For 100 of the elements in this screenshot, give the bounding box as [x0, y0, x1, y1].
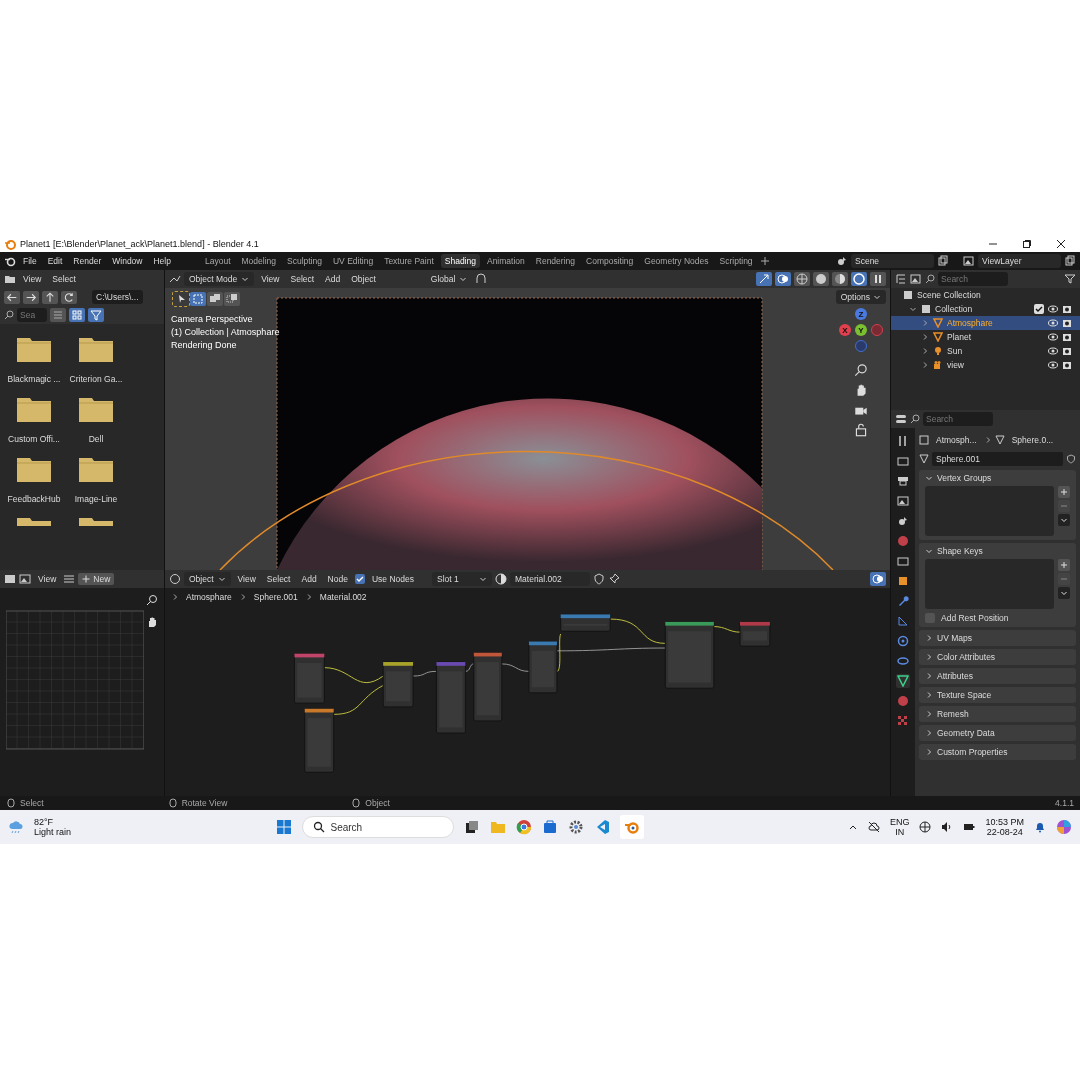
rendered-shading-icon[interactable]: [851, 272, 867, 286]
collection-tab-icon[interactable]: [896, 554, 910, 568]
material-field[interactable]: Material.002: [510, 572, 590, 586]
workspace-tab[interactable]: Layout: [200, 254, 235, 268]
task-view-icon[interactable]: [463, 819, 480, 835]
folder-name[interactable]: Blackmagic ...: [7, 374, 61, 384]
view-layer-icon[interactable]: [963, 255, 975, 267]
refresh-icon[interactable]: [61, 290, 77, 304]
menu-item[interactable]: Select: [262, 574, 295, 584]
outliner-item-label[interactable]: Planet: [947, 332, 972, 342]
new-image-button[interactable]: New: [78, 573, 115, 585]
menu-item[interactable]: Node: [323, 574, 352, 584]
folder-icon[interactable]: [4, 273, 16, 285]
battery-icon[interactable]: [963, 821, 976, 833]
workspace-tab[interactable]: Scripting: [715, 254, 757, 268]
panel-header[interactable]: Shape Keys: [919, 543, 1076, 559]
workspace-tab[interactable]: Geometry Nodes: [640, 254, 713, 268]
constraints-tab-icon[interactable]: [896, 654, 910, 668]
object-tab-icon[interactable]: [896, 574, 910, 588]
editor-type-icon[interactable]: [169, 273, 181, 285]
folder-icon[interactable]: [17, 516, 51, 526]
copilot-icon[interactable]: [1056, 819, 1072, 835]
menu-item[interactable]: Help: [149, 256, 175, 266]
wireframe-shading-icon[interactable]: [794, 272, 810, 286]
language-text[interactable]: ENG: [889, 817, 910, 827]
gear-icon[interactable]: [567, 819, 584, 835]
use-nodes-label[interactable]: Use Nodes: [367, 574, 418, 584]
add-icon[interactable]: [1058, 559, 1070, 571]
editor-type-icon[interactable]: [895, 413, 907, 425]
workspace-tab[interactable]: Shading: [440, 254, 480, 268]
date-text[interactable]: 22-08-24: [986, 827, 1023, 837]
folder-name[interactable]: Dell: [88, 434, 104, 444]
menu-item[interactable]: Add: [321, 274, 345, 284]
cloud-offline-icon[interactable]: [867, 821, 880, 833]
shader-node[interactable]: [473, 652, 503, 722]
workspace-tab[interactable]: Modeling: [237, 254, 280, 268]
menu-item[interactable]: View: [233, 574, 260, 584]
texture-tab-icon[interactable]: [896, 714, 910, 728]
snap-icon[interactable]: [475, 273, 488, 285]
copy-icon[interactable]: [937, 255, 949, 267]
menu-icon[interactable]: [63, 573, 76, 585]
menu-item[interactable]: Select: [48, 274, 80, 284]
outliner-search-field[interactable]: Search: [938, 272, 1008, 286]
grid-view-icon[interactable]: [69, 308, 85, 322]
outliner-row[interactable]: Atmosphare: [891, 316, 1080, 330]
shield-icon[interactable]: [593, 573, 605, 585]
select-extend-icon[interactable]: [207, 292, 223, 306]
folder-name[interactable]: FeedbackHub: [7, 494, 61, 504]
eye-icon[interactable]: [1048, 332, 1058, 342]
zoom-icon[interactable]: [146, 594, 158, 606]
pause-icon[interactable]: [870, 272, 886, 286]
lock-icon[interactable]: [853, 422, 869, 438]
scene-icon[interactable]: [836, 255, 848, 267]
folder-icon[interactable]: [79, 396, 113, 422]
use-nodes-checkbox[interactable]: [354, 574, 365, 584]
outliner-row[interactable]: Sun: [891, 344, 1080, 358]
folder-icon[interactable]: [17, 396, 51, 422]
object-dropdown[interactable]: Object: [184, 572, 231, 586]
camera-icon[interactable]: [1062, 332, 1072, 342]
chevron-down-icon[interactable]: [1058, 514, 1070, 526]
hand-icon[interactable]: [146, 616, 158, 628]
menu-item[interactable]: File: [19, 256, 41, 266]
store-icon[interactable]: [541, 819, 558, 835]
overlay-icon[interactable]: [870, 572, 886, 586]
menu-item[interactable]: Select: [286, 274, 319, 284]
menu-item[interactable]: View: [34, 574, 61, 584]
eye-icon[interactable]: [1048, 304, 1058, 314]
material-icon[interactable]: [495, 573, 507, 585]
shader-node[interactable]: [739, 621, 771, 647]
shader-node[interactable]: [382, 661, 414, 708]
language-text[interactable]: IN: [895, 827, 905, 837]
properties-search-field[interactable]: Search: [923, 412, 993, 426]
panel-header[interactable]: Custom Properties: [919, 744, 1076, 760]
taskbar-search-field[interactable]: Search: [301, 816, 454, 838]
browser-icon[interactable]: [515, 819, 532, 835]
view-layer-field[interactable]: ViewLayer: [978, 254, 1061, 268]
panel-header[interactable]: Remesh: [919, 706, 1076, 722]
folder-name[interactable]: Image-Line: [74, 494, 118, 504]
menu-item[interactable]: Add: [297, 574, 321, 584]
panel-header[interactable]: Attributes: [919, 668, 1076, 684]
menu-item[interactable]: Render: [69, 256, 106, 266]
menu-item[interactable]: Edit: [43, 256, 67, 266]
zoom-icon[interactable]: [853, 362, 869, 378]
shader-node[interactable]: [664, 621, 715, 689]
time-text[interactable]: 10:53 PM: [985, 817, 1024, 827]
outliner-item-label[interactable]: view: [947, 360, 964, 370]
path-field[interactable]: C:\Users\...: [92, 290, 143, 304]
camera-icon[interactable]: [1062, 318, 1072, 328]
menu-item[interactable]: Object: [347, 274, 380, 284]
eye-icon[interactable]: [1048, 318, 1058, 328]
world-tab-icon[interactable]: [896, 534, 910, 548]
outliner-item-label[interactable]: Atmosphare: [947, 318, 993, 328]
mode-dropdown[interactable]: Object Mode: [184, 272, 255, 286]
panel-header[interactable]: UV Maps: [919, 630, 1076, 646]
folder-icon[interactable]: [17, 456, 51, 482]
folder-name[interactable]: Custom Offi...: [8, 434, 60, 444]
z-axis-handle[interactable]: Z: [855, 308, 867, 320]
panel-header[interactable]: Color Attributes: [919, 649, 1076, 665]
bell-icon[interactable]: [1034, 821, 1046, 833]
breadcrumb-item[interactable]: Sphere.001: [249, 592, 302, 602]
